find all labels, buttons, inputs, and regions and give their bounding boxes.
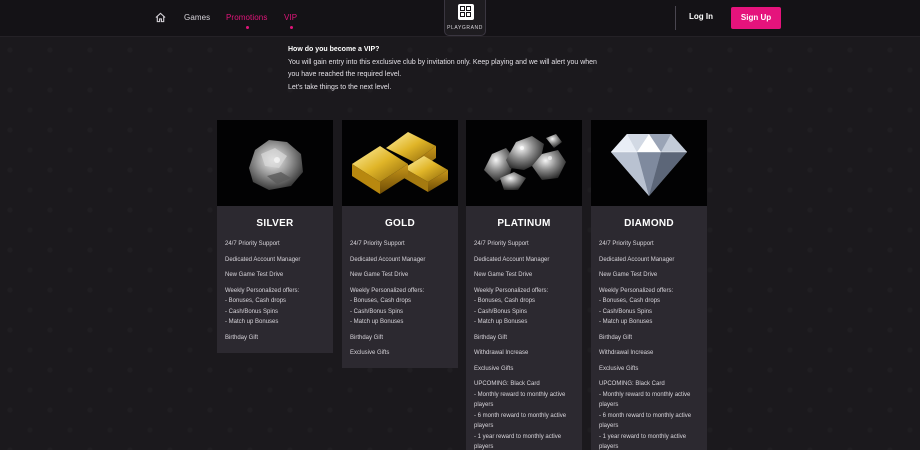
benefit-item: - Bonuses, Cash drops (474, 298, 536, 304)
nav-link-promotions-label: Promotions (226, 13, 268, 22)
benefit-item: Exclusive Gifts (350, 350, 390, 356)
benefit-item: players (474, 423, 494, 429)
tier-card-diamond: DIAMOND 24/7 Priority Support Dedicated … (591, 120, 707, 450)
benefit-item: Weekly Personalized offers: (599, 287, 674, 294)
nav-link-vip-label: VIP (284, 13, 298, 22)
benefit-item: - Bonuses, Cash drops (599, 298, 661, 304)
tier-title: DIAMOND (624, 218, 674, 229)
benefit-item: Birthday Gift (474, 334, 508, 341)
logo-mark-icon (458, 4, 474, 20)
benefit-item: Withdrawal Increase (474, 350, 529, 356)
benefit-item: Withdrawal Increase (599, 350, 654, 356)
tier-card-silver: SILVER 24/7 Priority Support Dedicated A… (217, 120, 333, 353)
active-indicator-dot (289, 26, 293, 29)
benefit-item: Dedicated Account Manager (350, 256, 426, 263)
benefit-item: players (474, 402, 494, 408)
vip-intro: How do you become a VIP? You will gain e… (288, 44, 688, 94)
benefit-item: - Match up Bonuses (599, 319, 653, 325)
benefit-item: New Game Test Drive (350, 272, 409, 278)
benefit-item: Exclusive Gifts (599, 365, 639, 372)
benefit-item: - 6 month reward to monthly active (599, 412, 692, 419)
benefit-item: - Match up Bonuses (350, 319, 404, 325)
benefit-item: UPCOMING: Black Card (599, 381, 665, 387)
benefit-item: Weekly Personalized offers: (225, 287, 300, 294)
benefit-item: Dedicated Account Manager (599, 256, 675, 263)
tier-card-platinum: PLATINUM 24/7 Priority Support Dedicated… (466, 120, 582, 450)
benefit-item: Dedicated Account Manager (225, 256, 301, 263)
benefit-item: - Cash/Bonus Spins (350, 308, 404, 315)
benefit-item: New Game Test Drive (225, 272, 284, 278)
benefit-item: - Cash/Bonus Spins (474, 308, 528, 315)
vip-intro-line: You will gain entry into this exclusive … (288, 58, 597, 66)
benefit-item: - Bonuses, Cash drops (225, 298, 287, 304)
benefit-item: - Cash/Bonus Spins (225, 308, 279, 315)
benefit-item: players (599, 402, 619, 408)
tier-benefits-list: 24/7 Priority Support Dedicated Account … (217, 229, 333, 343)
benefit-item: - 1 year reward to monthly active (474, 433, 562, 440)
tier-title: GOLD (384, 218, 416, 229)
vip-intro-line: Let's take things to the next level. (288, 83, 392, 91)
signup-button[interactable]: Sign Up (731, 7, 781, 29)
platinum-nuggets-icon (466, 120, 582, 206)
top-navigation-bar: Games Promotions VIP PLAYGRAND Log In Si… (0, 0, 920, 37)
logo-wordmark: PLAYGRAND (447, 25, 483, 31)
benefit-item: - Match up Bonuses (474, 319, 528, 325)
benefit-item: 24/7 Priority Support (350, 241, 405, 247)
benefit-item: UPCOMING: Black Card (474, 381, 540, 387)
silver-nugget-icon (217, 120, 333, 206)
benefit-item: - 1 year reward to monthly active (599, 433, 687, 440)
nav-link-games[interactable]: Games (184, 13, 210, 22)
benefit-item: Weekly Personalized offers: (350, 287, 425, 294)
benefit-item: - Bonuses, Cash drops (350, 298, 412, 304)
header-divider (675, 6, 676, 30)
benefit-item: Exclusive Gifts (474, 365, 514, 372)
nav-link-vip[interactable]: VIP (284, 13, 298, 29)
benefit-item: Dedicated Account Manager (474, 256, 550, 263)
tier-card-gold: GOLD 24/7 Priority Support Dedicated Acc… (342, 120, 458, 368)
benefit-item: New Game Test Drive (474, 272, 533, 278)
benefit-item: 24/7 Priority Support (225, 241, 280, 247)
active-indicator-dot (245, 26, 249, 29)
benefit-item: Birthday Gift (225, 334, 259, 341)
vip-intro-line: you have reached the required level. (288, 71, 402, 78)
benefit-item: - Cash/Bonus Spins (599, 308, 653, 315)
benefit-item: Birthday Gift (350, 334, 384, 341)
site-logo[interactable]: PLAYGRAND (444, 0, 486, 36)
benefit-item: 24/7 Priority Support (599, 241, 654, 247)
tier-title: SILVER (256, 218, 294, 229)
tier-benefits-list: 24/7 Priority Support Dedicated Account … (466, 229, 582, 450)
benefit-item: Weekly Personalized offers: (474, 287, 549, 294)
benefit-item: - Match up Bonuses (225, 319, 279, 325)
tier-benefits-list: 24/7 Priority Support Dedicated Account … (591, 229, 707, 450)
nav-link-promotions[interactable]: Promotions (226, 13, 268, 29)
vip-question-heading: How do you become a VIP? (288, 46, 380, 53)
benefit-item: Birthday Gift (599, 334, 633, 341)
home-icon[interactable] (155, 12, 166, 23)
benefit-item: players (599, 423, 619, 429)
benefit-item: players (474, 444, 494, 450)
benefit-item: - 6 month reward to monthly active (474, 412, 567, 419)
diamond-icon (591, 120, 707, 206)
tier-title: PLATINUM (497, 218, 551, 229)
benefit-item: - Monthly reward to monthly active (474, 391, 566, 398)
benefit-item: - Monthly reward to monthly active (599, 391, 691, 398)
benefit-item: 24/7 Priority Support (474, 241, 529, 247)
login-button[interactable]: Log In (689, 12, 713, 21)
benefit-item: New Game Test Drive (599, 272, 658, 278)
benefit-item: players (599, 444, 619, 450)
gold-bars-icon (342, 120, 458, 206)
tier-benefits-list: 24/7 Priority Support Dedicated Account … (342, 229, 458, 359)
